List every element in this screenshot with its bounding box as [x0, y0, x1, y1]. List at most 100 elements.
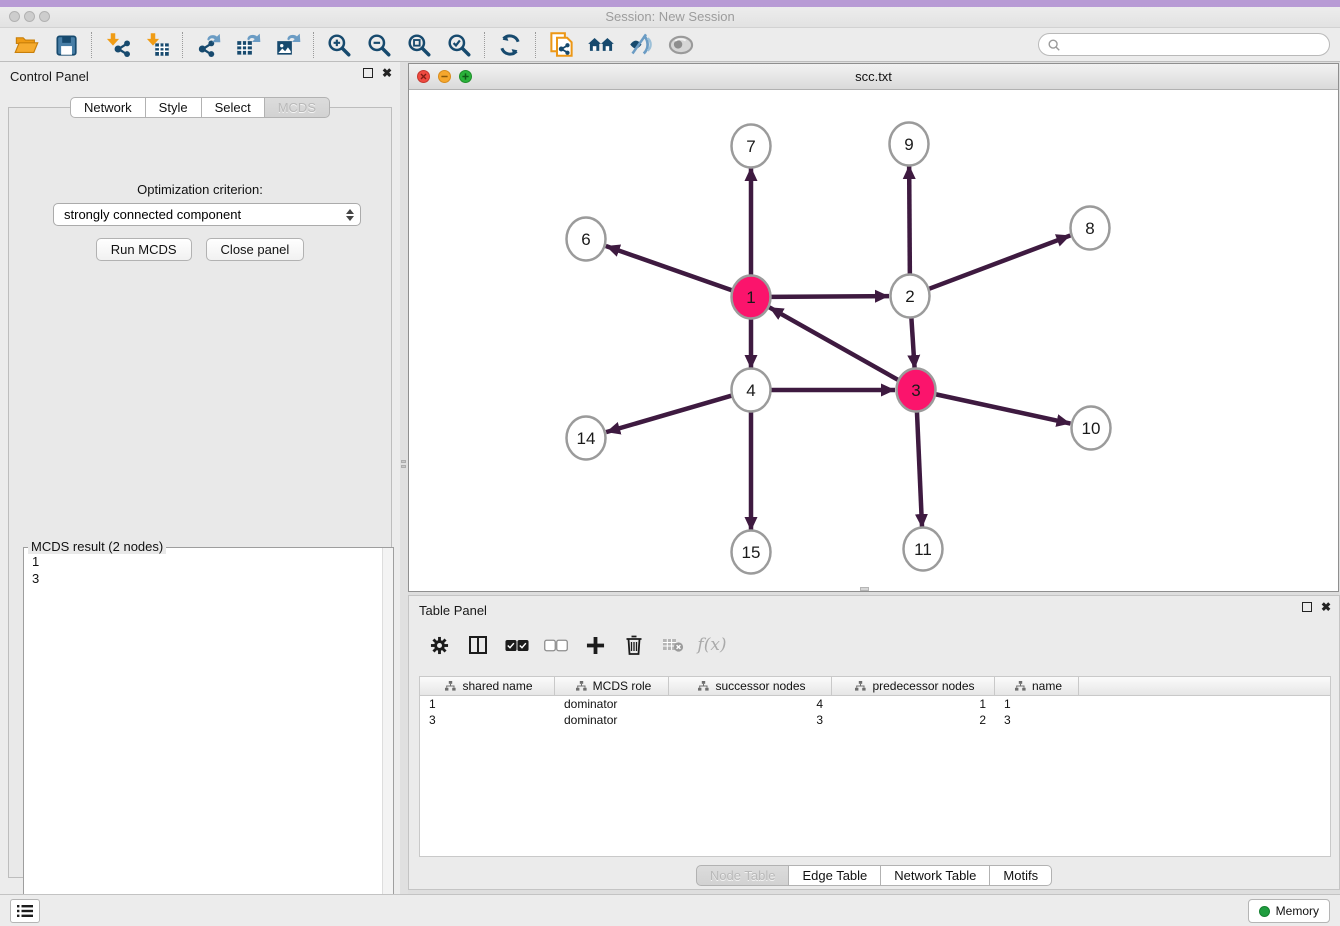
table-toolbar: f(x): [409, 623, 1339, 667]
close-panel-button[interactable]: Close panel: [206, 238, 305, 261]
memory-button[interactable]: Memory: [1248, 899, 1330, 923]
delete-column-button[interactable]: [622, 633, 646, 657]
table-cell[interactable]: 4: [669, 696, 832, 712]
table-cell[interactable]: 2: [832, 712, 995, 728]
edge-2-3[interactable]: [911, 316, 914, 369]
table-cell[interactable]: 3: [995, 712, 1079, 728]
column-header-predecessor-nodes[interactable]: predecessor nodes: [832, 677, 995, 695]
column-header-label: MCDS role: [593, 679, 652, 693]
run-mcds-button[interactable]: Run MCDS: [96, 238, 192, 261]
hide-details-button[interactable]: [621, 30, 661, 60]
edge-3-1[interactable]: [769, 307, 898, 380]
home-button[interactable]: [581, 30, 621, 60]
search-input[interactable]: [1061, 38, 1321, 52]
apply-layout-button[interactable]: [490, 30, 530, 60]
edge-3-10[interactable]: [936, 394, 1071, 423]
table-cell[interactable]: 3: [669, 712, 832, 728]
zoom-fit-button[interactable]: [399, 30, 439, 60]
create-column-button[interactable]: [583, 633, 607, 657]
save-session-button[interactable]: [46, 30, 86, 60]
delete-table-button[interactable]: [661, 633, 685, 657]
table-cell[interactable]: 1: [995, 696, 1079, 712]
save-session-icon: [53, 32, 79, 58]
table-tab-edge-table[interactable]: Edge Table: [789, 865, 881, 886]
table-tab-node-table[interactable]: Node Table: [696, 865, 790, 886]
memory-label: Memory: [1276, 904, 1319, 918]
node-label-10: 10: [1082, 419, 1101, 438]
edge-2-8[interactable]: [929, 235, 1071, 289]
network-window-titlebar: scc.txt: [409, 64, 1338, 90]
home-icon: [587, 31, 615, 59]
fx-icon: f(x): [697, 635, 726, 655]
table-cell[interactable]: 1: [420, 696, 555, 712]
clone-network-button[interactable]: [541, 30, 581, 60]
tab-network[interactable]: Network: [70, 97, 146, 118]
node-label-6: 6: [581, 230, 590, 249]
toolbar-separator: [484, 32, 485, 58]
attribute-icon: [698, 681, 709, 691]
tab-select[interactable]: Select: [202, 97, 265, 118]
show-details-button[interactable]: [661, 30, 701, 60]
criterion-select[interactable]: strongly connected component: [53, 203, 361, 226]
open-session-button[interactable]: [6, 30, 46, 60]
column-header-label: predecessor nodes: [872, 679, 974, 693]
close-panel-icon[interactable]: ✖: [382, 68, 392, 78]
deselect-all-button[interactable]: [544, 633, 568, 657]
node-label-3: 3: [911, 381, 920, 400]
close-table-panel-icon[interactable]: ✖: [1321, 602, 1331, 612]
export-table-button[interactable]: [228, 30, 268, 60]
attribute-icon: [1015, 681, 1026, 691]
zoom-selected-button[interactable]: [439, 30, 479, 60]
column-header-MCDS-role[interactable]: MCDS role: [555, 677, 669, 695]
export-image-button[interactable]: [268, 30, 308, 60]
table-cell[interactable]: 1: [832, 696, 995, 712]
tab-mcds[interactable]: MCDS: [265, 97, 330, 118]
edge-4-14[interactable]: [606, 396, 732, 433]
edge-1-2[interactable]: [771, 296, 889, 297]
table-cell[interactable]: 3: [420, 712, 555, 728]
edge-2-9[interactable]: [909, 165, 910, 276]
mcds-result-line: 1: [32, 553, 373, 570]
column-header-name[interactable]: name: [995, 677, 1079, 695]
main-toolbar: [0, 28, 1340, 62]
search-box[interactable]: [1038, 33, 1330, 56]
column-header-successor-nodes[interactable]: successor nodes: [669, 677, 832, 695]
import-table-button[interactable]: [137, 30, 177, 60]
mcds-result-line: 3: [32, 570, 373, 587]
attribute-icon: [445, 681, 456, 691]
table-cell[interactable]: dominator: [555, 696, 669, 712]
table-settings-button[interactable]: [427, 633, 451, 657]
result-scrollbar[interactable]: [382, 548, 393, 918]
toolbar-separator: [182, 32, 183, 58]
show-column-button[interactable]: [466, 633, 490, 657]
network-file-title: scc.txt: [409, 69, 1338, 84]
show-details-icon: [667, 31, 695, 59]
import-network-button[interactable]: [97, 30, 137, 60]
zoom-out-button[interactable]: [359, 30, 399, 60]
panel-splitter[interactable]: [400, 62, 408, 894]
node-label-14: 14: [577, 429, 596, 448]
zoom-in-button[interactable]: [319, 30, 359, 60]
float-panel-icon[interactable]: [363, 68, 373, 78]
table-tab-motifs[interactable]: Motifs: [990, 865, 1052, 886]
select-all-button[interactable]: [505, 633, 529, 657]
task-history-button[interactable]: [10, 899, 40, 923]
table-tab-network-table[interactable]: Network Table: [881, 865, 990, 886]
table-row[interactable]: 3dominator323: [420, 712, 1330, 728]
function-builder-button[interactable]: f(x): [700, 633, 724, 657]
column-header-shared-name[interactable]: shared name: [420, 677, 555, 695]
edge-1-6[interactable]: [606, 246, 732, 290]
tab-style[interactable]: Style: [146, 97, 202, 118]
table-row[interactable]: 1dominator411: [420, 696, 1330, 712]
network-canvas[interactable]: 1234678910111415: [409, 90, 1338, 591]
edge-3-11[interactable]: [917, 410, 922, 528]
float-table-panel-icon[interactable]: [1302, 602, 1312, 612]
network-graph[interactable]: 1234678910111415: [409, 90, 1338, 591]
table-cell[interactable]: dominator: [555, 712, 669, 728]
export-image-icon: [275, 31, 302, 58]
export-network-button[interactable]: [188, 30, 228, 60]
toolbar-separator: [313, 32, 314, 58]
session-title: Session: New Session: [0, 9, 1340, 24]
clone-network-icon: [548, 31, 575, 58]
network-view-window: scc.txt 1234678910111415: [408, 63, 1339, 592]
